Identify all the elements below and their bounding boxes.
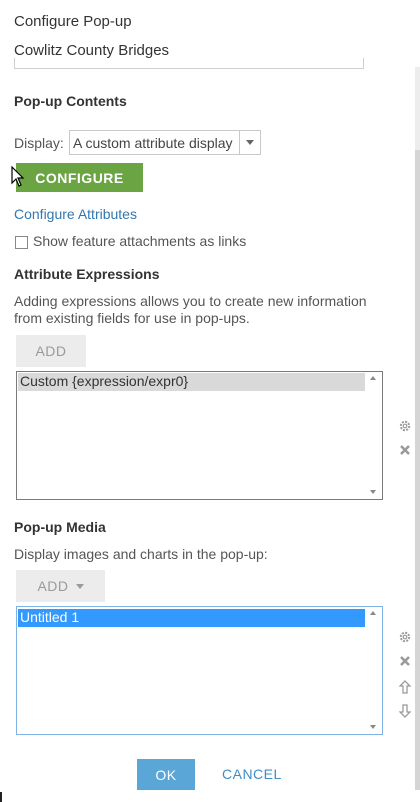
panel-scrollbar-thumb[interactable] (415, 150, 420, 790)
chevron-down-icon[interactable] (239, 131, 260, 154)
close-icon[interactable] (397, 653, 413, 669)
add-media-button[interactable]: ADD (16, 570, 105, 602)
ok-button[interactable]: OK (137, 759, 195, 790)
configure-attributes-link[interactable]: Configure Attributes (14, 206, 137, 222)
display-label: Display: (14, 135, 64, 151)
panel-title: Configure Pop-up (14, 13, 132, 30)
media-list[interactable]: Untitled 1 (16, 606, 383, 735)
list-item[interactable]: Custom {expression/expr0} (18, 373, 365, 391)
title-field-edge[interactable] (14, 58, 364, 69)
chevron-down-icon (75, 583, 84, 589)
gear-icon[interactable] (397, 418, 413, 434)
divider (0, 792, 2, 802)
list-item[interactable]: Untitled 1 (18, 609, 365, 627)
expressions-list-scrollbar[interactable] (366, 373, 381, 498)
arrow-down-icon[interactable] (397, 703, 413, 719)
arrow-up-icon[interactable] (397, 679, 413, 695)
show-attachments-checkbox[interactable] (15, 236, 28, 249)
popup-media-description: Display images and charts in the pop-up: (14, 546, 268, 562)
close-icon[interactable] (397, 442, 413, 458)
display-select[interactable]: A custom attribute display (69, 130, 261, 155)
cancel-button[interactable]: CANCEL (222, 766, 282, 782)
display-select-value: A custom attribute display (73, 135, 233, 151)
gear-icon[interactable] (397, 629, 413, 645)
expressions-list[interactable]: Custom {expression/expr0} (16, 371, 383, 500)
popup-media-heading: Pop-up Media (14, 519, 106, 535)
add-media-label: ADD (37, 578, 69, 594)
attribute-expressions-heading: Attribute Expressions (14, 266, 160, 282)
show-attachments-label: Show feature attachments as links (33, 233, 247, 249)
add-expression-button[interactable]: ADD (16, 335, 86, 367)
attribute-expressions-description: Adding expressions allows you to create … (14, 293, 367, 326)
media-list-scrollbar[interactable] (366, 608, 381, 733)
popup-contents-heading: Pop-up Contents (14, 93, 127, 109)
configure-button[interactable]: CONFIGURE (16, 163, 143, 192)
layer-name: Cowlitz County Bridges (14, 42, 170, 59)
mouse-cursor-icon (11, 166, 25, 187)
